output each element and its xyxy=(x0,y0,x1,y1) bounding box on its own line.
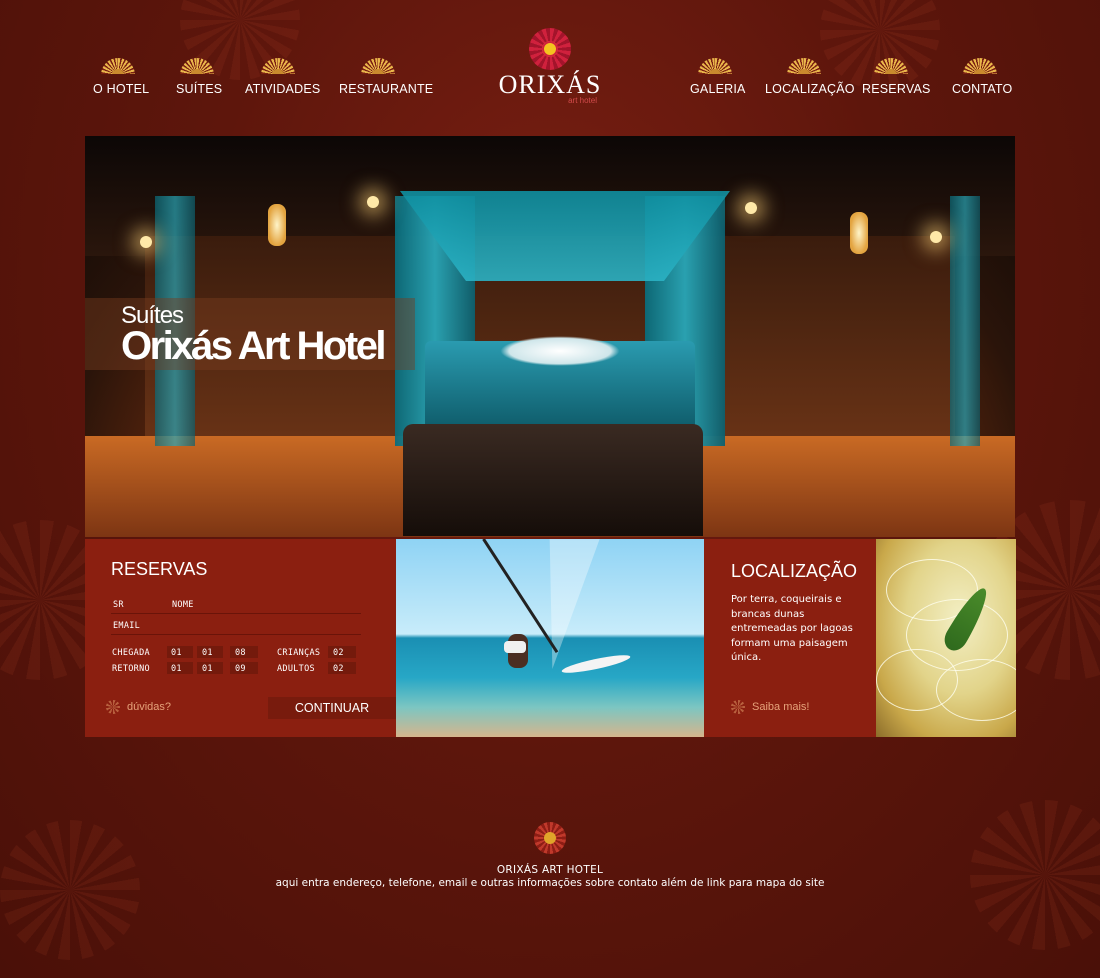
chegada-year: 08 xyxy=(235,648,246,658)
nav-galeria[interactable]: GALERIA xyxy=(690,58,745,97)
fan-icon xyxy=(698,58,732,74)
nav-label: CONTATO xyxy=(952,82,1013,96)
nav-label: SUÍTES xyxy=(176,82,223,96)
localizacao-title: LOCALIZAÇÃO xyxy=(731,561,858,581)
fan-icon xyxy=(787,58,821,74)
info-flower-icon xyxy=(731,700,745,714)
background-flower xyxy=(0,820,140,960)
food-photo xyxy=(876,539,1016,737)
retorno-month: 01 xyxy=(202,664,213,674)
nav-label: O HOTEL xyxy=(93,82,150,96)
fan-icon xyxy=(963,58,997,74)
nav-localizacao[interactable]: LOCALIZAÇÃO xyxy=(765,58,855,97)
fan-icon xyxy=(361,58,395,74)
fan-icon xyxy=(261,58,295,74)
reservas-title: RESERVAS xyxy=(111,559,208,579)
hero-light xyxy=(367,196,379,208)
logo-flower-icon xyxy=(529,28,571,70)
criancas-label: CRIANÇAS xyxy=(277,648,321,658)
hero-caption-title: Orixás Art Hotel xyxy=(121,324,387,368)
retorno-label: RETORNO xyxy=(112,664,150,674)
divider xyxy=(111,634,361,635)
nav-label: LOCALIZAÇÃO xyxy=(765,82,855,96)
windsurf-photo xyxy=(396,539,704,737)
hero-light xyxy=(140,236,152,248)
help-flower-icon xyxy=(106,700,120,714)
hero-banner: Suítes Orixás Art Hotel xyxy=(85,136,1015,537)
nav-contato[interactable]: CONTATO xyxy=(952,58,1012,97)
nav-atividades[interactable]: ATIVIDADES xyxy=(245,58,320,97)
footer-flower-icon xyxy=(534,822,566,854)
nav-suites[interactable]: SUÍTES xyxy=(176,58,222,97)
fan-icon xyxy=(101,58,135,74)
footer-title: ORIXÁS ART HOTEL xyxy=(496,864,604,876)
nome-field[interactable]: NOME xyxy=(172,600,194,610)
footer-text: aqui entra endereço, telefone, email e o… xyxy=(275,877,825,889)
photo-noodle xyxy=(936,659,1016,721)
nav-label: RESTAURANTE xyxy=(339,82,434,96)
nav-label: RESERVAS xyxy=(862,82,931,96)
nav-o-hotel[interactable]: O HOTEL xyxy=(93,58,149,97)
hero-light xyxy=(745,202,757,214)
chegada-label: CHEGADA xyxy=(112,648,150,658)
adultos-value: 02 xyxy=(333,664,344,674)
nav-label: ATIVIDADES xyxy=(245,82,321,96)
logo-name: ORIXÁS xyxy=(498,70,602,99)
localizacao-text: Por terra, coqueirais e brancas dunas en… xyxy=(731,594,853,663)
sr-field[interactable]: SR xyxy=(113,600,124,610)
criancas-value: 02 xyxy=(333,648,344,658)
continuar-button[interactable]: CONTINUAR xyxy=(268,697,396,719)
chegada-day: 01 xyxy=(171,648,182,658)
photo-board xyxy=(560,651,632,677)
retorno-day: 01 xyxy=(171,664,182,674)
chegada-month: 01 xyxy=(202,648,213,658)
hero-chest xyxy=(403,424,703,536)
localizacao-panel: LOCALIZAÇÃO Por terra, coqueirais e bran… xyxy=(704,539,876,737)
hero-light xyxy=(930,231,942,243)
nav-reservas[interactable]: RESERVAS xyxy=(862,58,930,97)
hero-lamp xyxy=(268,204,286,246)
email-field[interactable]: EMAIL xyxy=(113,621,140,631)
adultos-label: ADULTOS xyxy=(277,664,315,674)
hero-lamp xyxy=(850,212,868,254)
fan-icon xyxy=(180,58,214,74)
fan-icon xyxy=(874,58,908,74)
saiba-mais-link[interactable]: Saiba mais! xyxy=(752,701,809,713)
divider xyxy=(111,613,361,614)
retorno-year: 09 xyxy=(235,664,246,674)
photo-surfer-shirt xyxy=(504,641,526,653)
hero-curtain xyxy=(950,196,980,446)
nav-restaurante[interactable]: RESTAURANTE xyxy=(339,58,433,97)
reservas-panel: RESERVAS SR NOME EMAIL CHEGADA 01 01 08 … xyxy=(85,539,396,737)
duvidas-link[interactable]: dúvidas? xyxy=(127,701,171,713)
hero-pillow xyxy=(500,336,620,366)
nav-label: GALERIA xyxy=(690,82,746,96)
logo[interactable]: ORIXÁS art hotel xyxy=(495,28,605,105)
